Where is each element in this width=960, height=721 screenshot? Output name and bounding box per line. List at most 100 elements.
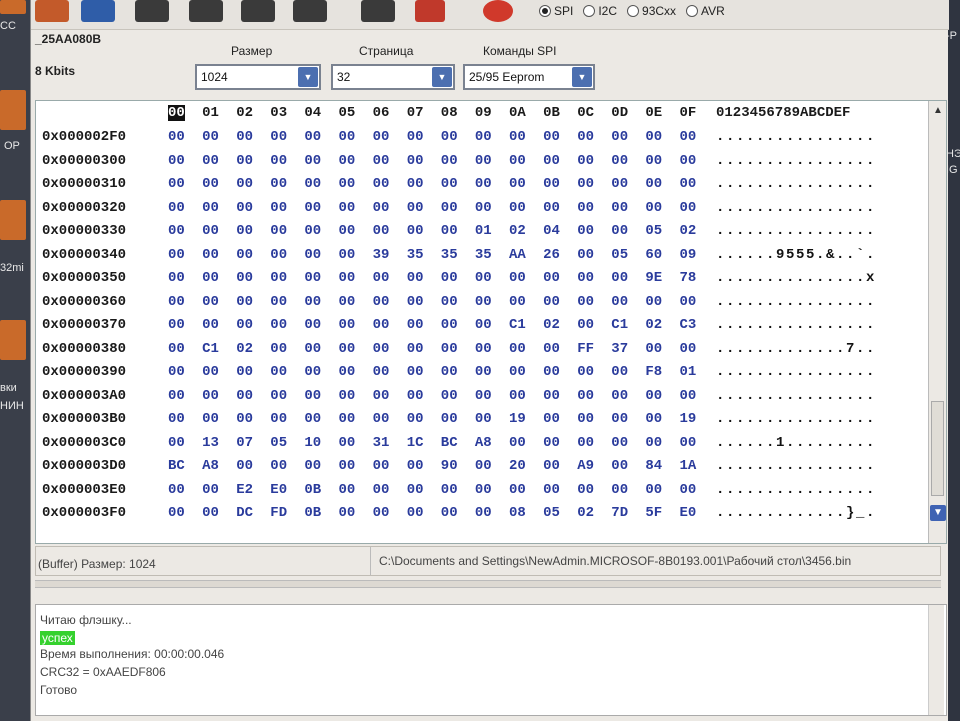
- hex-byte[interactable]: 00: [645, 341, 662, 357]
- hex-byte[interactable]: 00: [611, 364, 628, 380]
- hex-byte[interactable]: 00: [611, 482, 628, 498]
- hex-byte[interactable]: 00: [577, 200, 594, 216]
- hex-byte[interactable]: 00: [270, 388, 287, 404]
- hex-byte[interactable]: 00: [304, 294, 321, 310]
- hex-byte[interactable]: 00: [236, 129, 253, 145]
- hex-byte[interactable]: 00: [645, 388, 662, 404]
- hex-byte[interactable]: 00: [407, 176, 424, 192]
- hex-byte[interactable]: 00: [339, 411, 356, 427]
- hex-byte[interactable]: 00: [168, 270, 185, 286]
- hex-byte[interactable]: 00: [373, 458, 390, 474]
- hex-byte[interactable]: 00: [168, 435, 185, 451]
- hex-byte[interactable]: 00: [577, 176, 594, 192]
- hex-byte[interactable]: C1: [202, 341, 219, 357]
- hex-byte[interactable]: 00: [680, 388, 697, 404]
- hex-byte[interactable]: 00: [270, 411, 287, 427]
- verify-chip-icon[interactable]: [241, 0, 275, 22]
- hex-byte[interactable]: 00: [339, 247, 356, 263]
- hex-byte[interactable]: 00: [441, 505, 458, 521]
- hex-byte[interactable]: 00: [407, 317, 424, 333]
- hex-byte[interactable]: 00: [407, 505, 424, 521]
- hex-byte[interactable]: 05: [611, 247, 628, 263]
- hex-byte[interactable]: A9: [577, 458, 594, 474]
- ascii-text[interactable]: ................: [716, 200, 876, 216]
- hex-byte[interactable]: 00: [339, 341, 356, 357]
- hex-byte[interactable]: 00: [509, 129, 526, 145]
- hex-byte[interactable]: 00: [680, 153, 697, 169]
- ascii-text[interactable]: ................: [716, 317, 876, 333]
- hex-byte[interactable]: 00: [577, 223, 594, 239]
- hex-byte[interactable]: 00: [339, 317, 356, 333]
- hex-byte[interactable]: 00: [304, 129, 321, 145]
- hex-byte[interactable]: 00: [645, 153, 662, 169]
- hex-byte[interactable]: 00: [270, 458, 287, 474]
- ascii-text[interactable]: ................: [716, 482, 876, 498]
- hex-byte[interactable]: 00: [645, 129, 662, 145]
- hex-byte[interactable]: 00: [509, 176, 526, 192]
- hex-byte[interactable]: 00: [304, 223, 321, 239]
- hex-byte[interactable]: 00: [645, 200, 662, 216]
- hex-byte[interactable]: 00: [407, 411, 424, 427]
- chip-info-icon[interactable]: [415, 0, 445, 22]
- hex-byte[interactable]: 78: [680, 270, 697, 286]
- hex-byte[interactable]: 00: [645, 176, 662, 192]
- hex-byte[interactable]: 00: [577, 317, 594, 333]
- hex-byte[interactable]: 00: [339, 223, 356, 239]
- hex-byte[interactable]: 00: [373, 223, 390, 239]
- pane-splitter[interactable]: [35, 580, 941, 588]
- hex-byte[interactable]: C3: [680, 317, 697, 333]
- hex-byte[interactable]: 00: [373, 176, 390, 192]
- hex-byte[interactable]: 00: [236, 223, 253, 239]
- hex-byte[interactable]: 00: [509, 364, 526, 380]
- hex-byte[interactable]: E2: [236, 482, 253, 498]
- hex-byte[interactable]: 00: [509, 482, 526, 498]
- hex-byte[interactable]: 00: [373, 270, 390, 286]
- hex-byte[interactable]: 00: [236, 153, 253, 169]
- hex-byte[interactable]: 00: [168, 364, 185, 380]
- chevron-down-icon[interactable]: ▼: [572, 67, 592, 87]
- hex-byte[interactable]: 00: [339, 505, 356, 521]
- scroll-down-icon[interactable]: ▼: [930, 505, 946, 521]
- hex-byte[interactable]: 37: [611, 341, 628, 357]
- hex-byte[interactable]: 02: [680, 223, 697, 239]
- hex-byte[interactable]: 00: [168, 176, 185, 192]
- hex-byte[interactable]: 00: [407, 223, 424, 239]
- ascii-text[interactable]: ................: [716, 176, 876, 192]
- hex-byte[interactable]: 00: [339, 435, 356, 451]
- hex-byte[interactable]: 00: [441, 223, 458, 239]
- write-chip-icon[interactable]: [189, 0, 223, 22]
- ascii-text[interactable]: ......9555.&..`.: [716, 247, 876, 263]
- hex-byte[interactable]: 00: [611, 223, 628, 239]
- hex-byte[interactable]: 00: [475, 200, 492, 216]
- hex-byte[interactable]: 10: [304, 435, 321, 451]
- hex-byte[interactable]: 00: [236, 270, 253, 286]
- hex-byte[interactable]: 00: [543, 200, 560, 216]
- hex-byte[interactable]: 00: [645, 294, 662, 310]
- hex-byte[interactable]: 00: [270, 364, 287, 380]
- protocol-93cxx[interactable]: 93Cxx: [627, 4, 676, 18]
- hex-byte[interactable]: C1: [509, 317, 526, 333]
- hex-byte[interactable]: 00: [339, 458, 356, 474]
- hex-byte[interactable]: BC: [441, 435, 458, 451]
- hex-byte[interactable]: 00: [373, 129, 390, 145]
- hex-byte[interactable]: E0: [270, 482, 287, 498]
- hex-byte[interactable]: 00: [475, 270, 492, 286]
- hex-byte[interactable]: 00: [236, 458, 253, 474]
- hex-byte[interactable]: 00: [304, 176, 321, 192]
- hex-byte[interactable]: 00: [270, 341, 287, 357]
- hex-byte[interactable]: 00: [577, 388, 594, 404]
- hex-byte[interactable]: 00: [236, 294, 253, 310]
- hex-byte[interactable]: 00: [645, 482, 662, 498]
- hex-byte[interactable]: 00: [680, 341, 697, 357]
- hex-byte[interactable]: 00: [270, 176, 287, 192]
- hex-byte[interactable]: FD: [270, 505, 287, 521]
- hex-byte[interactable]: 00: [509, 388, 526, 404]
- hex-byte[interactable]: 00: [543, 153, 560, 169]
- hex-byte[interactable]: 00: [373, 388, 390, 404]
- ascii-text[interactable]: .............}_.: [716, 505, 876, 521]
- hex-byte[interactable]: 00: [168, 505, 185, 521]
- hex-byte[interactable]: 09: [680, 247, 697, 263]
- hex-byte[interactable]: 00: [611, 388, 628, 404]
- hex-byte[interactable]: 00: [202, 129, 219, 145]
- hex-byte[interactable]: 00: [202, 200, 219, 216]
